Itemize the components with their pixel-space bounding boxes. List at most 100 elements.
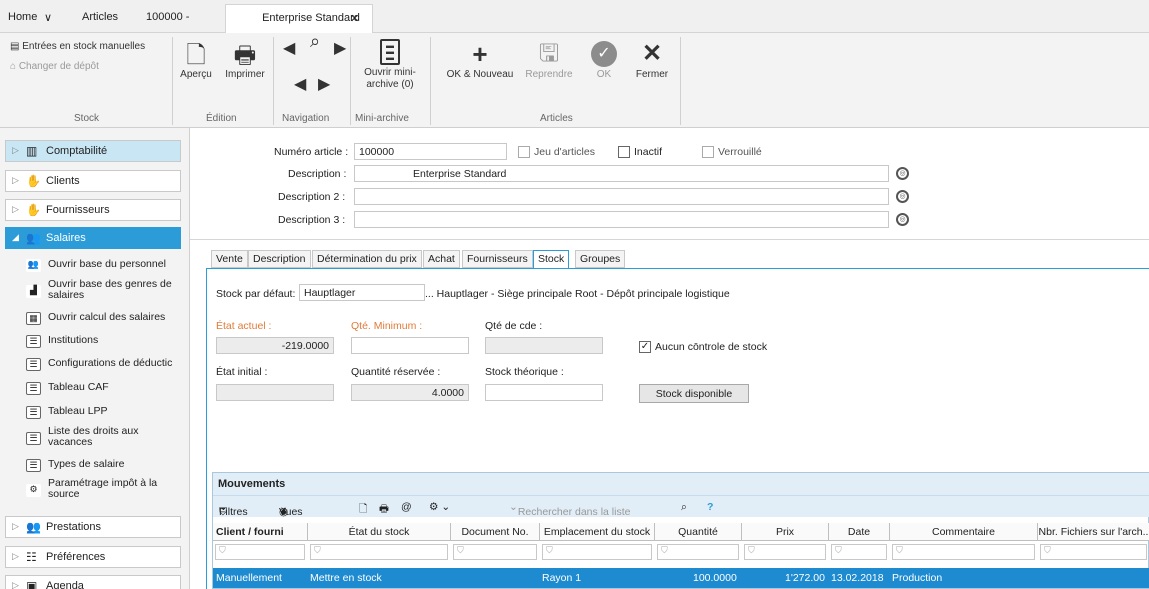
preview-button[interactable]: 🗋 Aperçu: [176, 43, 216, 81]
column-header[interactable]: Document No.: [451, 523, 540, 541]
description-2-field[interactable]: [354, 188, 889, 205]
help-icon[interactable]: ?: [707, 501, 713, 513]
tab-achat[interactable]: Achat: [423, 250, 460, 268]
movements-toolbar: ⛉ Filtres ⌄ ◉ Vues ⌄ 🗋 🖶 @ ⚙ ⌄ ⌄ Recherc…: [213, 495, 1149, 519]
close-button[interactable]: ✕ Fermer: [632, 39, 672, 81]
group-label-navigation: Navigation: [282, 113, 330, 124]
sidebar-sub-item[interactable]: ☰ Tableau LPP: [26, 406, 181, 419]
tab-stock[interactable]: Stock: [533, 250, 570, 269]
column-header[interactable]: État du stock: [308, 523, 451, 541]
locked-checkbox[interactable]: [702, 146, 714, 158]
last-record-button[interactable]: ▶: [334, 41, 346, 57]
table-row[interactable]: Manuellement Mettre en stock Rayon 1 100…: [213, 568, 1149, 588]
sidebar-sub-item[interactable]: ▦ Ouvrir calcul des salaires: [26, 312, 181, 325]
email-icon[interactable]: @: [401, 501, 412, 513]
theoretical-stock-field[interactable]: [485, 384, 603, 401]
tab-price-determination[interactable]: Détermination du prix: [312, 250, 422, 268]
chevron-right-icon: ▷: [12, 580, 19, 589]
sidebar-sub-item[interactable]: ☰ Liste des droits aux vacances: [26, 426, 181, 448]
column-header[interactable]: Client / fourni: [213, 523, 308, 541]
gear-icon[interactable]: ⚙ ⌄: [429, 501, 450, 513]
tab-fournisseurs[interactable]: Fournisseurs: [462, 250, 533, 268]
column-header[interactable]: Emplacement du stock: [540, 523, 655, 541]
column-filter[interactable]: ⛉: [892, 544, 1035, 560]
settings-list-icon: ☷: [26, 550, 37, 564]
sidebar-sub-item[interactable]: ⚙ Paramétrage impôt à la source: [26, 478, 181, 500]
close-tab-icon[interactable]: ✕: [350, 12, 359, 25]
sidebar-sub-item[interactable]: ☰ Configurations de déductic: [26, 358, 181, 371]
tab-articles[interactable]: Articles: [82, 11, 118, 23]
sidebar-sub-item[interactable]: ☰ Tableau CAF: [26, 382, 181, 395]
sidebar-item-fournisseurs[interactable]: ▷ ✋ Fournisseurs: [5, 199, 181, 221]
column-header[interactable]: Nbr. Fichiers sur l'arch..: [1038, 523, 1149, 541]
preview-icon[interactable]: 🗋: [359, 501, 367, 519]
column-filter[interactable]: ⛉: [831, 544, 887, 560]
tab-vente[interactable]: Vente: [211, 250, 248, 268]
search-record-icon[interactable]: ⌕: [305, 32, 325, 50]
open-mini-archive-button[interactable]: ▬ ▬ ▬ Ouvrir mini-archive (0): [364, 39, 416, 91]
next-record-button[interactable]: ▶: [318, 77, 330, 93]
column-filter[interactable]: ⛉: [453, 544, 537, 560]
column-filter[interactable]: ⛉: [310, 544, 448, 560]
chevron-right-icon: ▷: [12, 145, 19, 155]
description-3-field[interactable]: [354, 211, 889, 228]
description-field[interactable]: Enterprise Standard: [354, 165, 889, 182]
globe-icon[interactable]: ◎: [896, 190, 909, 203]
preview-icon: 🗋: [186, 42, 206, 69]
sidebar-sub-item[interactable]: ☰ Types de salaire: [26, 459, 181, 472]
sidebar-item-clients[interactable]: ▷ ✋ Clients: [5, 170, 181, 192]
search-input[interactable]: ⌄ Rechercher dans la liste: [509, 501, 630, 518]
tab-groupes[interactable]: Groupes: [575, 250, 626, 268]
sidebar-item-comptabilite[interactable]: ▷ ▥ Comptabilité: [5, 140, 181, 162]
views-button[interactable]: ◉ Vues ⌄: [279, 501, 303, 518]
tab-home[interactable]: Home: [8, 11, 37, 23]
print-button[interactable]: 🖶 Imprimer: [222, 43, 268, 81]
globe-icon[interactable]: ◎: [896, 167, 909, 180]
article-set-checkbox[interactable]: [518, 146, 530, 158]
column-filter[interactable]: ⛉: [1040, 544, 1147, 560]
home-dropdown-icon[interactable]: ∨: [44, 11, 52, 24]
tab-doc-id[interactable]: 100000 -: [146, 11, 189, 23]
no-stock-control-label: Aucun cōntrole de stock: [655, 341, 768, 353]
sidebar-sub-item[interactable]: ▟ Ouvrir base des genres de salaires: [26, 279, 181, 301]
column-header[interactable]: Prix: [742, 523, 829, 541]
globe-icon[interactable]: ◎: [896, 213, 909, 226]
close-icon: ✕: [641, 40, 663, 67]
sidebar-item-agenda[interactable]: ▷ ▣ Agenda: [5, 575, 181, 589]
sidebar-sub-item[interactable]: 👥 Ouvrir base du personnel: [26, 259, 181, 272]
filter-button[interactable]: ⛉ Filtres ⌄: [219, 501, 248, 518]
column-filter[interactable]: ⛉: [744, 544, 826, 560]
people-icon: 👥: [26, 259, 41, 272]
reprendre-button[interactable]: 🖫 Reprendre: [524, 39, 574, 81]
column-header[interactable]: Quantité: [655, 523, 742, 541]
calendar-icon: ▣: [26, 579, 38, 589]
search-icon[interactable]: ⌕: [681, 501, 687, 514]
available-stock-button[interactable]: Stock disponible: [639, 384, 749, 403]
sidebar-sub-item[interactable]: ☰ Institutions: [26, 335, 181, 348]
previous-record-button[interactable]: ◀: [294, 77, 306, 93]
manual-stock-entry-button[interactable]: ▤ Entrées en stock manuelles: [10, 41, 170, 53]
sidebar-item-preferences[interactable]: ▷ ☷ Préférences: [5, 546, 181, 568]
sidebar-item-salaires[interactable]: ◢ 👥 Salaires: [5, 227, 181, 249]
group-label-stock: Stock: [74, 113, 100, 124]
tab-description[interactable]: Description: [248, 250, 311, 268]
ribbon-divider: [273, 37, 274, 125]
default-stock-field[interactable]: Hauptlager: [299, 284, 425, 301]
first-record-button[interactable]: ◀: [283, 41, 295, 57]
column-filter[interactable]: ⛉: [215, 544, 305, 560]
header-divider: [190, 239, 1149, 240]
column-header[interactable]: Date: [829, 523, 890, 541]
tab-active-document[interactable]: Enterprise Standard ✕: [225, 4, 373, 34]
printer-icon[interactable]: 🖶: [379, 501, 389, 519]
column-filter[interactable]: ⛉: [542, 544, 652, 560]
article-number-field[interactable]: 100000: [354, 143, 507, 160]
ok-button[interactable]: ✓ OK: [586, 39, 622, 81]
inactive-checkbox[interactable]: [618, 146, 630, 158]
no-stock-control-checkbox[interactable]: ✓: [639, 341, 651, 353]
ok-and-new-button[interactable]: + OK & Nouveau: [440, 39, 520, 81]
sidebar-item-prestations[interactable]: ▷ 👥 Prestations: [5, 516, 181, 538]
column-filter[interactable]: ⛉: [657, 544, 739, 560]
minimum-qty-field[interactable]: [351, 337, 469, 354]
column-header[interactable]: Commentaire: [890, 523, 1038, 541]
change-depot-button[interactable]: ⌂ Changer de dépôt: [10, 61, 170, 73]
